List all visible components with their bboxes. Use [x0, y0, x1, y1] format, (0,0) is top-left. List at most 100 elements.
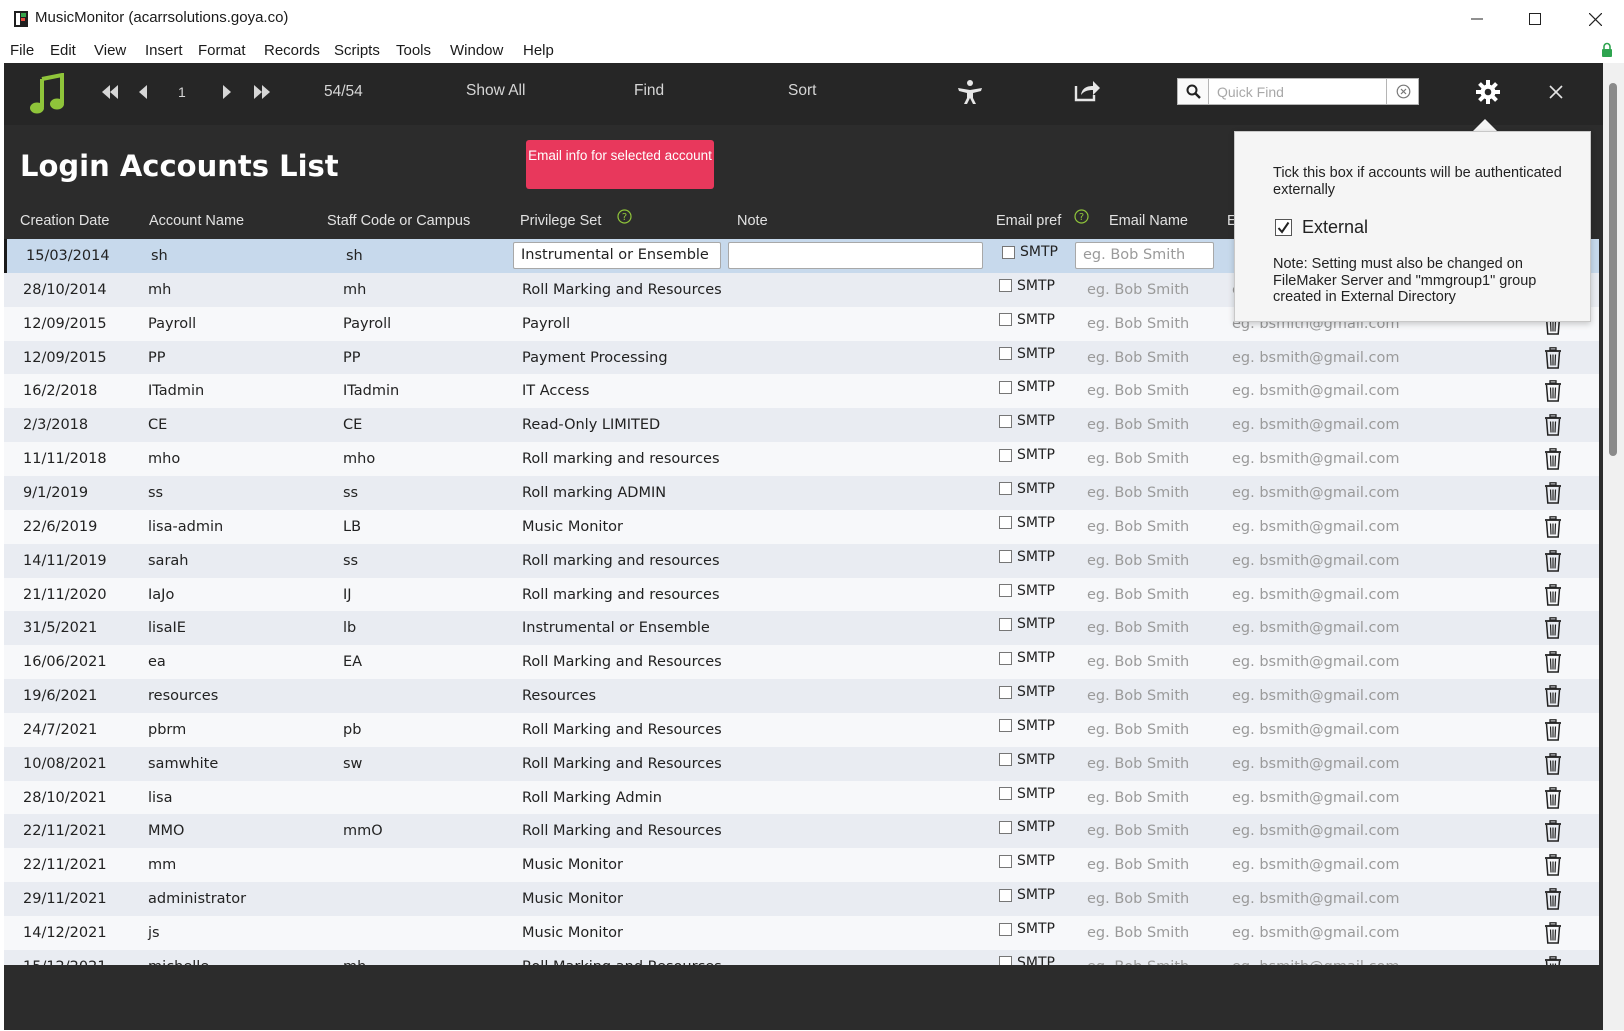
delete-account-button[interactable]: [1544, 685, 1562, 711]
email-placeholder[interactable]: eg. bsmith@gmail.com: [1232, 485, 1399, 501]
privilege-set[interactable]: Roll Marking and Resources: [522, 722, 722, 738]
menu-edit[interactable]: Edit: [50, 42, 76, 59]
table-row[interactable]: 11/11/2018 mho mho Roll marking and resourc…: [4, 442, 1599, 477]
first-record-icon[interactable]: [101, 85, 119, 99]
email-name-placeholder[interactable]: eg. Bob Smith: [1087, 688, 1189, 704]
checkbox[interactable]: [999, 753, 1012, 767]
minimize-button[interactable]: [1448, 0, 1506, 38]
scrollbar-thumb[interactable]: [1609, 83, 1617, 456]
smtp-checkbox[interactable]: SMTP: [999, 447, 1055, 463]
next-record-icon[interactable]: [222, 85, 232, 99]
table-row[interactable]: 21/11/2020 IaJo IJ Roll marking and resourc…: [4, 577, 1599, 612]
email-name-placeholder[interactable]: eg. Bob Smith: [1087, 891, 1189, 907]
menu-insert[interactable]: Insert: [145, 42, 183, 59]
delete-account-button[interactable]: [1544, 888, 1562, 914]
staff-code[interactable]: ss: [343, 553, 358, 569]
staff-code[interactable]: IJ: [343, 587, 352, 603]
note-field[interactable]: [728, 242, 983, 269]
email-name-placeholder[interactable]: eg. Bob Smith: [1087, 383, 1189, 399]
search-button[interactable]: [1178, 79, 1209, 104]
smtp-checkbox[interactable]: SMTP: [999, 650, 1055, 666]
menu-view[interactable]: View: [94, 42, 126, 59]
email-name-placeholder[interactable]: eg. Bob Smith: [1087, 857, 1189, 873]
table-row[interactable]: 31/5/2021 lisaIE lb Instrumental or Ensembl…: [4, 611, 1599, 646]
account-name[interactable]: ea: [148, 654, 166, 670]
email-name-placeholder[interactable]: eg. Bob Smith: [1087, 959, 1189, 965]
account-name[interactable]: sarah: [148, 553, 188, 569]
smtp-checkbox[interactable]: SMTP: [999, 752, 1055, 768]
table-row[interactable]: 10/08/2021 samwhite sw Roll Marking and Res…: [4, 746, 1599, 781]
staff-code[interactable]: CE: [343, 417, 362, 433]
privilege-set[interactable]: Instrumental or Ensemble: [522, 620, 710, 636]
checkbox[interactable]: [1275, 219, 1292, 236]
privilege-set[interactable]: Resources: [522, 688, 596, 704]
checkbox[interactable]: [999, 279, 1012, 293]
staff-code[interactable]: mmO: [343, 823, 383, 839]
smtp-checkbox[interactable]: SMTP: [999, 616, 1055, 632]
delete-account-button[interactable]: [1544, 515, 1562, 542]
staff-code[interactable]: EA: [343, 654, 362, 670]
email-placeholder[interactable]: eg. bsmith@gmail.com: [1232, 620, 1399, 636]
email-name-placeholder[interactable]: eg. Bob Smith: [1087, 654, 1189, 670]
email-placeholder[interactable]: eg. bsmith@gmail.com: [1232, 925, 1399, 941]
privilege-set[interactable]: Roll Marking and Resources: [522, 654, 722, 670]
account-name[interactable]: mm: [148, 857, 176, 873]
smtp-checkbox[interactable]: SMTP: [999, 955, 1055, 965]
delete-account-button[interactable]: [1544, 651, 1562, 677]
privilege-set[interactable]: Music Monitor: [522, 891, 623, 907]
email-name-placeholder[interactable]: eg. Bob Smith: [1087, 756, 1189, 772]
privilege-set[interactable]: Roll marking and resources: [522, 451, 720, 467]
email-placeholder[interactable]: eg. bsmith@gmail.com: [1232, 519, 1399, 535]
account-name[interactable]: CE: [148, 417, 167, 433]
table-row[interactable]: 16/2/2018 ITadmin ITadmin IT Access eg. Bob …: [4, 374, 1599, 409]
checkbox[interactable]: [999, 888, 1012, 902]
menu-format[interactable]: Format: [198, 42, 246, 59]
smtp-checkbox[interactable]: SMTP: [999, 853, 1055, 869]
menu-help[interactable]: Help: [523, 42, 554, 59]
header-account-name[interactable]: Account Name: [149, 213, 244, 229]
email-name-placeholder[interactable]: eg. Bob Smith: [1087, 722, 1189, 738]
checkbox[interactable]: [999, 313, 1012, 327]
account-name[interactable]: pbrm: [148, 722, 186, 738]
email-placeholder[interactable]: eg. bsmith@gmail.com: [1232, 756, 1399, 772]
email-placeholder[interactable]: eg. bsmith@gmail.com: [1232, 587, 1399, 603]
smtp-checkbox[interactable]: SMTP: [999, 887, 1055, 903]
menu-file[interactable]: File: [10, 42, 34, 59]
clear-search-button[interactable]: [1386, 79, 1419, 104]
email-placeholder[interactable]: eg. bsmith@gmail.com: [1232, 417, 1399, 433]
privilege-set[interactable]: Music Monitor: [522, 857, 623, 873]
account-name[interactable]: michelle: [148, 959, 209, 965]
staff-code[interactable]: sw: [343, 756, 362, 772]
checkbox[interactable]: [999, 414, 1012, 428]
email-name-placeholder[interactable]: eg. Bob Smith: [1087, 519, 1189, 535]
smtp-checkbox[interactable]: SMTP: [999, 346, 1055, 362]
email-name-placeholder[interactable]: eg. Bob Smith: [1087, 790, 1189, 806]
privilege-set[interactable]: Roll marking and resources: [522, 587, 720, 603]
account-name[interactable]: lisa-admin: [148, 519, 223, 535]
menu-records[interactable]: Records: [264, 42, 320, 59]
email-name-placeholder[interactable]: eg. Bob Smith: [1087, 451, 1189, 467]
vertical-scrollbar[interactable]: [1603, 63, 1624, 1030]
email-placeholder[interactable]: eg. bsmith@gmail.com: [1232, 451, 1399, 467]
checkbox[interactable]: [999, 584, 1012, 597]
staff-code[interactable]: mh: [343, 959, 366, 965]
record-number[interactable]: 1: [178, 84, 186, 100]
close-window-button[interactable]: [1566, 0, 1624, 38]
staff-code[interactable]: mho: [343, 451, 375, 467]
smtp-checkbox[interactable]: SMTP: [999, 718, 1055, 734]
privilege-set[interactable]: Roll marking ADMIN: [522, 485, 666, 501]
account-name[interactable]: MMO: [148, 823, 184, 839]
checkbox[interactable]: [999, 685, 1012, 699]
staff-code[interactable]: ITadmin: [343, 383, 399, 399]
checkbox[interactable]: [999, 787, 1012, 801]
staff-code[interactable]: LB: [343, 519, 361, 535]
smtp-checkbox[interactable]: SMTP: [999, 481, 1055, 497]
header-email-pref[interactable]: Email pref: [996, 213, 1061, 229]
privilege-set[interactable]: Roll Marking and Resources: [522, 959, 722, 965]
previous-record-icon[interactable]: [138, 85, 148, 99]
email-name-placeholder[interactable]: eg. Bob Smith: [1087, 587, 1189, 603]
menu-window[interactable]: Window: [450, 42, 503, 59]
table-row[interactable]: 24/7/2021 pbrm pb Roll Marking and Resource…: [4, 712, 1599, 747]
privilege-set[interactable]: Read-Only LIMITED: [522, 417, 660, 433]
smtp-checkbox[interactable]: SMTP: [999, 684, 1055, 700]
